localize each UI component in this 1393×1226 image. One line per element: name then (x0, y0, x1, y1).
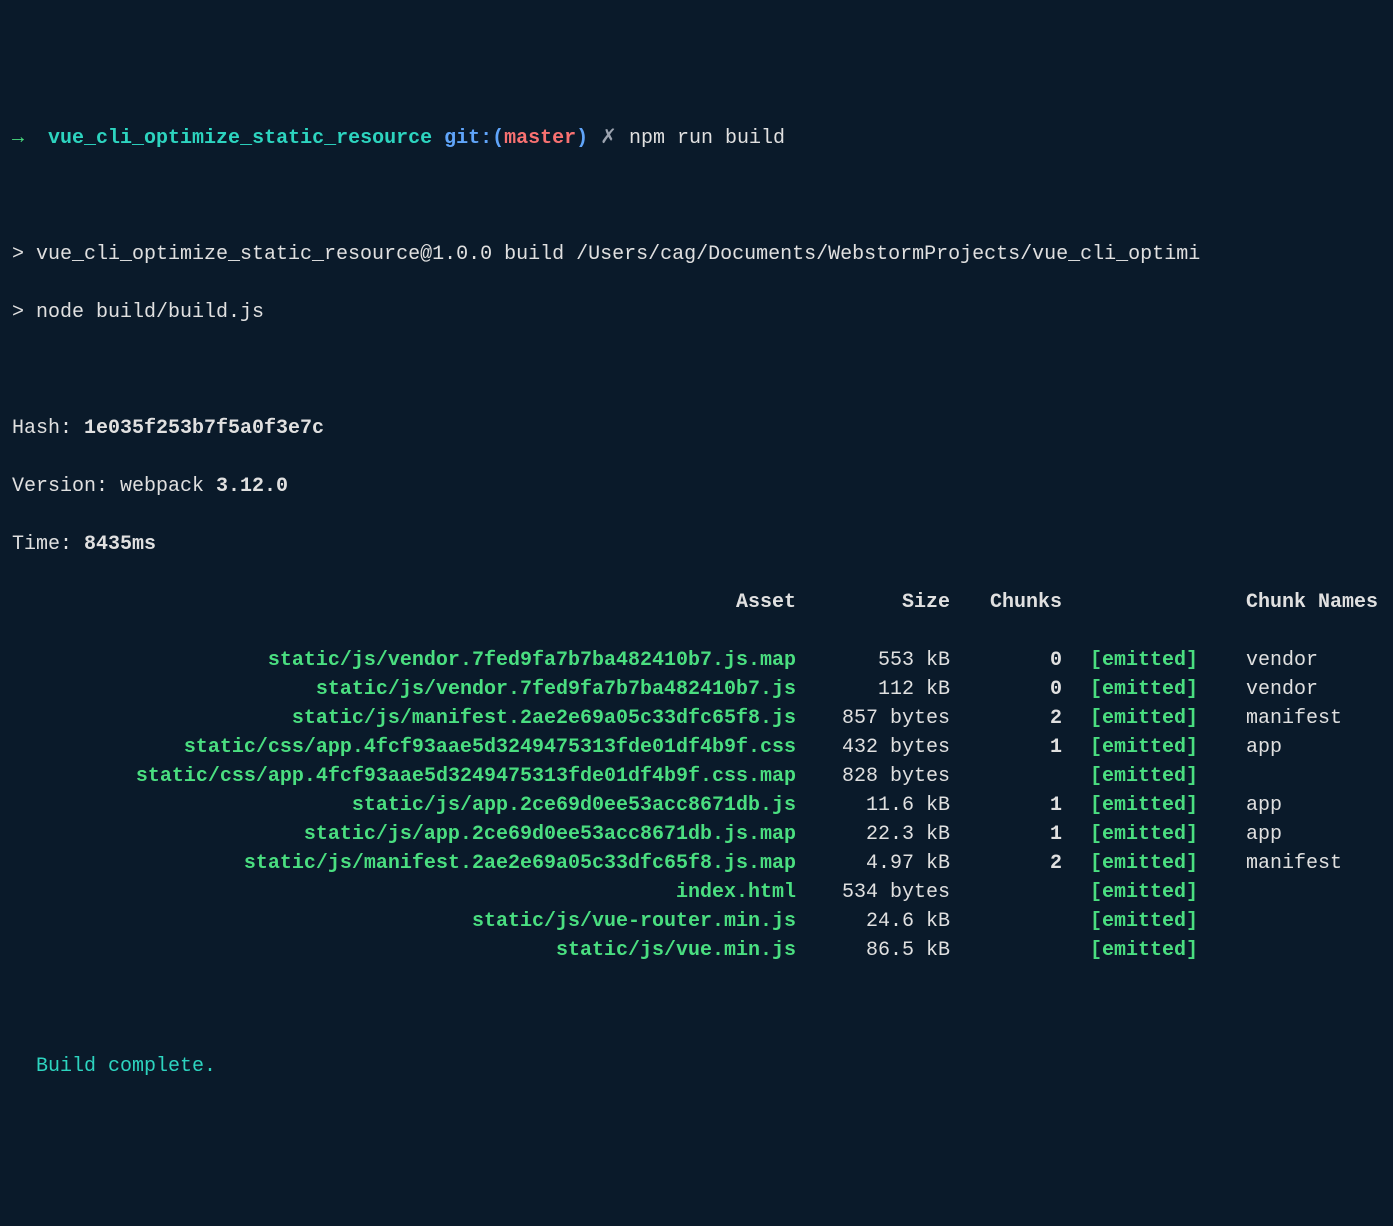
table-row: static/js/vue.min.js86.5 kB [emitted] (12, 936, 1381, 965)
build-complete: Build complete. (12, 1052, 1381, 1081)
table-row: static/css/app.4fcf93aae5d3249475313fde0… (12, 762, 1381, 791)
chunks-cell: 0 (950, 675, 1062, 704)
chunks-cell (950, 907, 1062, 936)
emitted-cell: [emitted] (1090, 878, 1216, 907)
size-cell: 553 kB (796, 646, 950, 675)
chunks-cell: 2 (950, 849, 1062, 878)
emitted-cell: [emitted] (1090, 820, 1216, 849)
table-row: static/js/vue-router.min.js24.6 kB [emitt… (12, 907, 1381, 936)
size-cell: 24.6 kB (796, 907, 950, 936)
blank-line (12, 994, 1381, 1023)
prompt-line: → vue_cli_optimize_static_resource git:(… (12, 124, 1381, 153)
blank-line (12, 182, 1381, 211)
header-emitted (1090, 588, 1216, 617)
hash-line: Hash: 1e035f253b7f5a0f3e7c (12, 414, 1381, 443)
chunks-cell: 1 (950, 791, 1062, 820)
chunks-cell (950, 878, 1062, 907)
command-text[interactable]: npm run build (629, 127, 785, 150)
hash-value: 1e035f253b7f5a0f3e7c (84, 417, 324, 440)
table-row: static/js/app.2ce69d0ee53acc8671db.js11.… (12, 791, 1381, 820)
table-header: Asset Size Chunks Chunk Names (12, 588, 1381, 617)
npm-script-line: > vue_cli_optimize_static_resource@1.0.0… (12, 240, 1381, 269)
size-cell: 22.3 kB (796, 820, 950, 849)
asset-cell: static/js/app.2ce69d0ee53acc8671db.js (12, 791, 796, 820)
chunks-cell (950, 762, 1062, 791)
header-chunks: Chunks (950, 588, 1062, 617)
asset-table-body: static/js/vendor.7fed9fa7b7ba482410b7.js… (12, 646, 1381, 965)
emitted-cell: [emitted] (1090, 849, 1216, 878)
emitted-cell: [emitted] (1090, 675, 1216, 704)
table-row: static/js/manifest.2ae2e69a05c33dfc65f8.… (12, 704, 1381, 733)
asset-cell: static/js/vue-router.min.js (12, 907, 796, 936)
chunk-name-cell (1246, 762, 1381, 791)
chunk-name-cell: manifest (1246, 704, 1381, 733)
npm-script-line: > node build/build.js (12, 298, 1381, 327)
time-label: Time: (12, 533, 84, 556)
emitted-cell: [emitted] (1090, 646, 1216, 675)
asset-cell: static/js/app.2ce69d0ee53acc8671db.js.ma… (12, 820, 796, 849)
table-row: index.html534 bytes [emitted] (12, 878, 1381, 907)
chunk-name-cell: vendor (1246, 646, 1381, 675)
chunk-name-cell (1246, 878, 1381, 907)
chunk-name-cell: app (1246, 820, 1381, 849)
size-cell: 11.6 kB (796, 791, 950, 820)
size-cell: 86.5 kB (796, 936, 950, 965)
chunks-cell (950, 936, 1062, 965)
emitted-cell: [emitted] (1090, 762, 1216, 791)
emitted-cell: [emitted] (1090, 936, 1216, 965)
hash-label: Hash: (12, 417, 84, 440)
size-cell: 4.97 kB (796, 849, 950, 878)
asset-cell: static/js/vendor.7fed9fa7b7ba482410b7.js… (12, 646, 796, 675)
asset-cell: static/js/manifest.2ae2e69a05c33dfc65f8.… (12, 704, 796, 733)
asset-cell: static/js/manifest.2ae2e69a05c33dfc65f8.… (12, 849, 796, 878)
blank-line (12, 356, 1381, 385)
project-name: vue_cli_optimize_static_resource (48, 127, 432, 150)
chunk-name-cell (1246, 907, 1381, 936)
emitted-cell: [emitted] (1090, 704, 1216, 733)
asset-cell: static/css/app.4fcf93aae5d3249475313fde0… (12, 733, 796, 762)
git-label: git:( (444, 127, 504, 150)
chunks-cell: 1 (950, 820, 1062, 849)
git-close: ) (576, 127, 588, 150)
asset-cell: index.html (12, 878, 796, 907)
chunks-cell: 2 (950, 704, 1062, 733)
emitted-cell: [emitted] (1090, 907, 1216, 936)
table-row: static/js/manifest.2ae2e69a05c33dfc65f8.… (12, 849, 1381, 878)
time-line: Time: 8435ms (12, 530, 1381, 559)
version-line: Version: webpack 3.12.0 (12, 472, 1381, 501)
git-branch: master (504, 127, 576, 150)
chunk-name-cell: vendor (1246, 675, 1381, 704)
chunk-name-cell: app (1246, 791, 1381, 820)
time-value: 8435ms (84, 533, 156, 556)
size-cell: 112 kB (796, 675, 950, 704)
asset-cell: static/css/app.4fcf93aae5d3249475313fde0… (12, 762, 796, 791)
header-chunk-names: Chunk Names (1246, 588, 1381, 617)
size-cell: 828 bytes (796, 762, 950, 791)
asset-cell: static/js/vendor.7fed9fa7b7ba482410b7.js (12, 675, 796, 704)
emitted-cell: [emitted] (1090, 791, 1216, 820)
size-cell: 857 bytes (796, 704, 950, 733)
build-complete-text: Build complete. (36, 1055, 216, 1078)
version-label: Version: webpack (12, 475, 216, 498)
version-value: 3.12.0 (216, 475, 288, 498)
table-row: static/js/vendor.7fed9fa7b7ba482410b7.js… (12, 675, 1381, 704)
size-cell: 432 bytes (796, 733, 950, 762)
table-row: static/js/vendor.7fed9fa7b7ba482410b7.js… (12, 646, 1381, 675)
chunk-name-cell: app (1246, 733, 1381, 762)
header-asset: Asset (12, 588, 796, 617)
dirty-icon: ✗ (600, 127, 617, 150)
prompt-arrow-icon: → (12, 127, 24, 150)
chunk-name-cell: manifest (1246, 849, 1381, 878)
asset-cell: static/js/vue.min.js (12, 936, 796, 965)
header-size: Size (796, 588, 950, 617)
emitted-cell: [emitted] (1090, 733, 1216, 762)
size-cell: 534 bytes (796, 878, 950, 907)
table-row: static/js/app.2ce69d0ee53acc8671db.js.ma… (12, 820, 1381, 849)
chunks-cell: 0 (950, 646, 1062, 675)
table-row: static/css/app.4fcf93aae5d3249475313fde0… (12, 733, 1381, 762)
chunk-name-cell (1246, 936, 1381, 965)
chunks-cell: 1 (950, 733, 1062, 762)
